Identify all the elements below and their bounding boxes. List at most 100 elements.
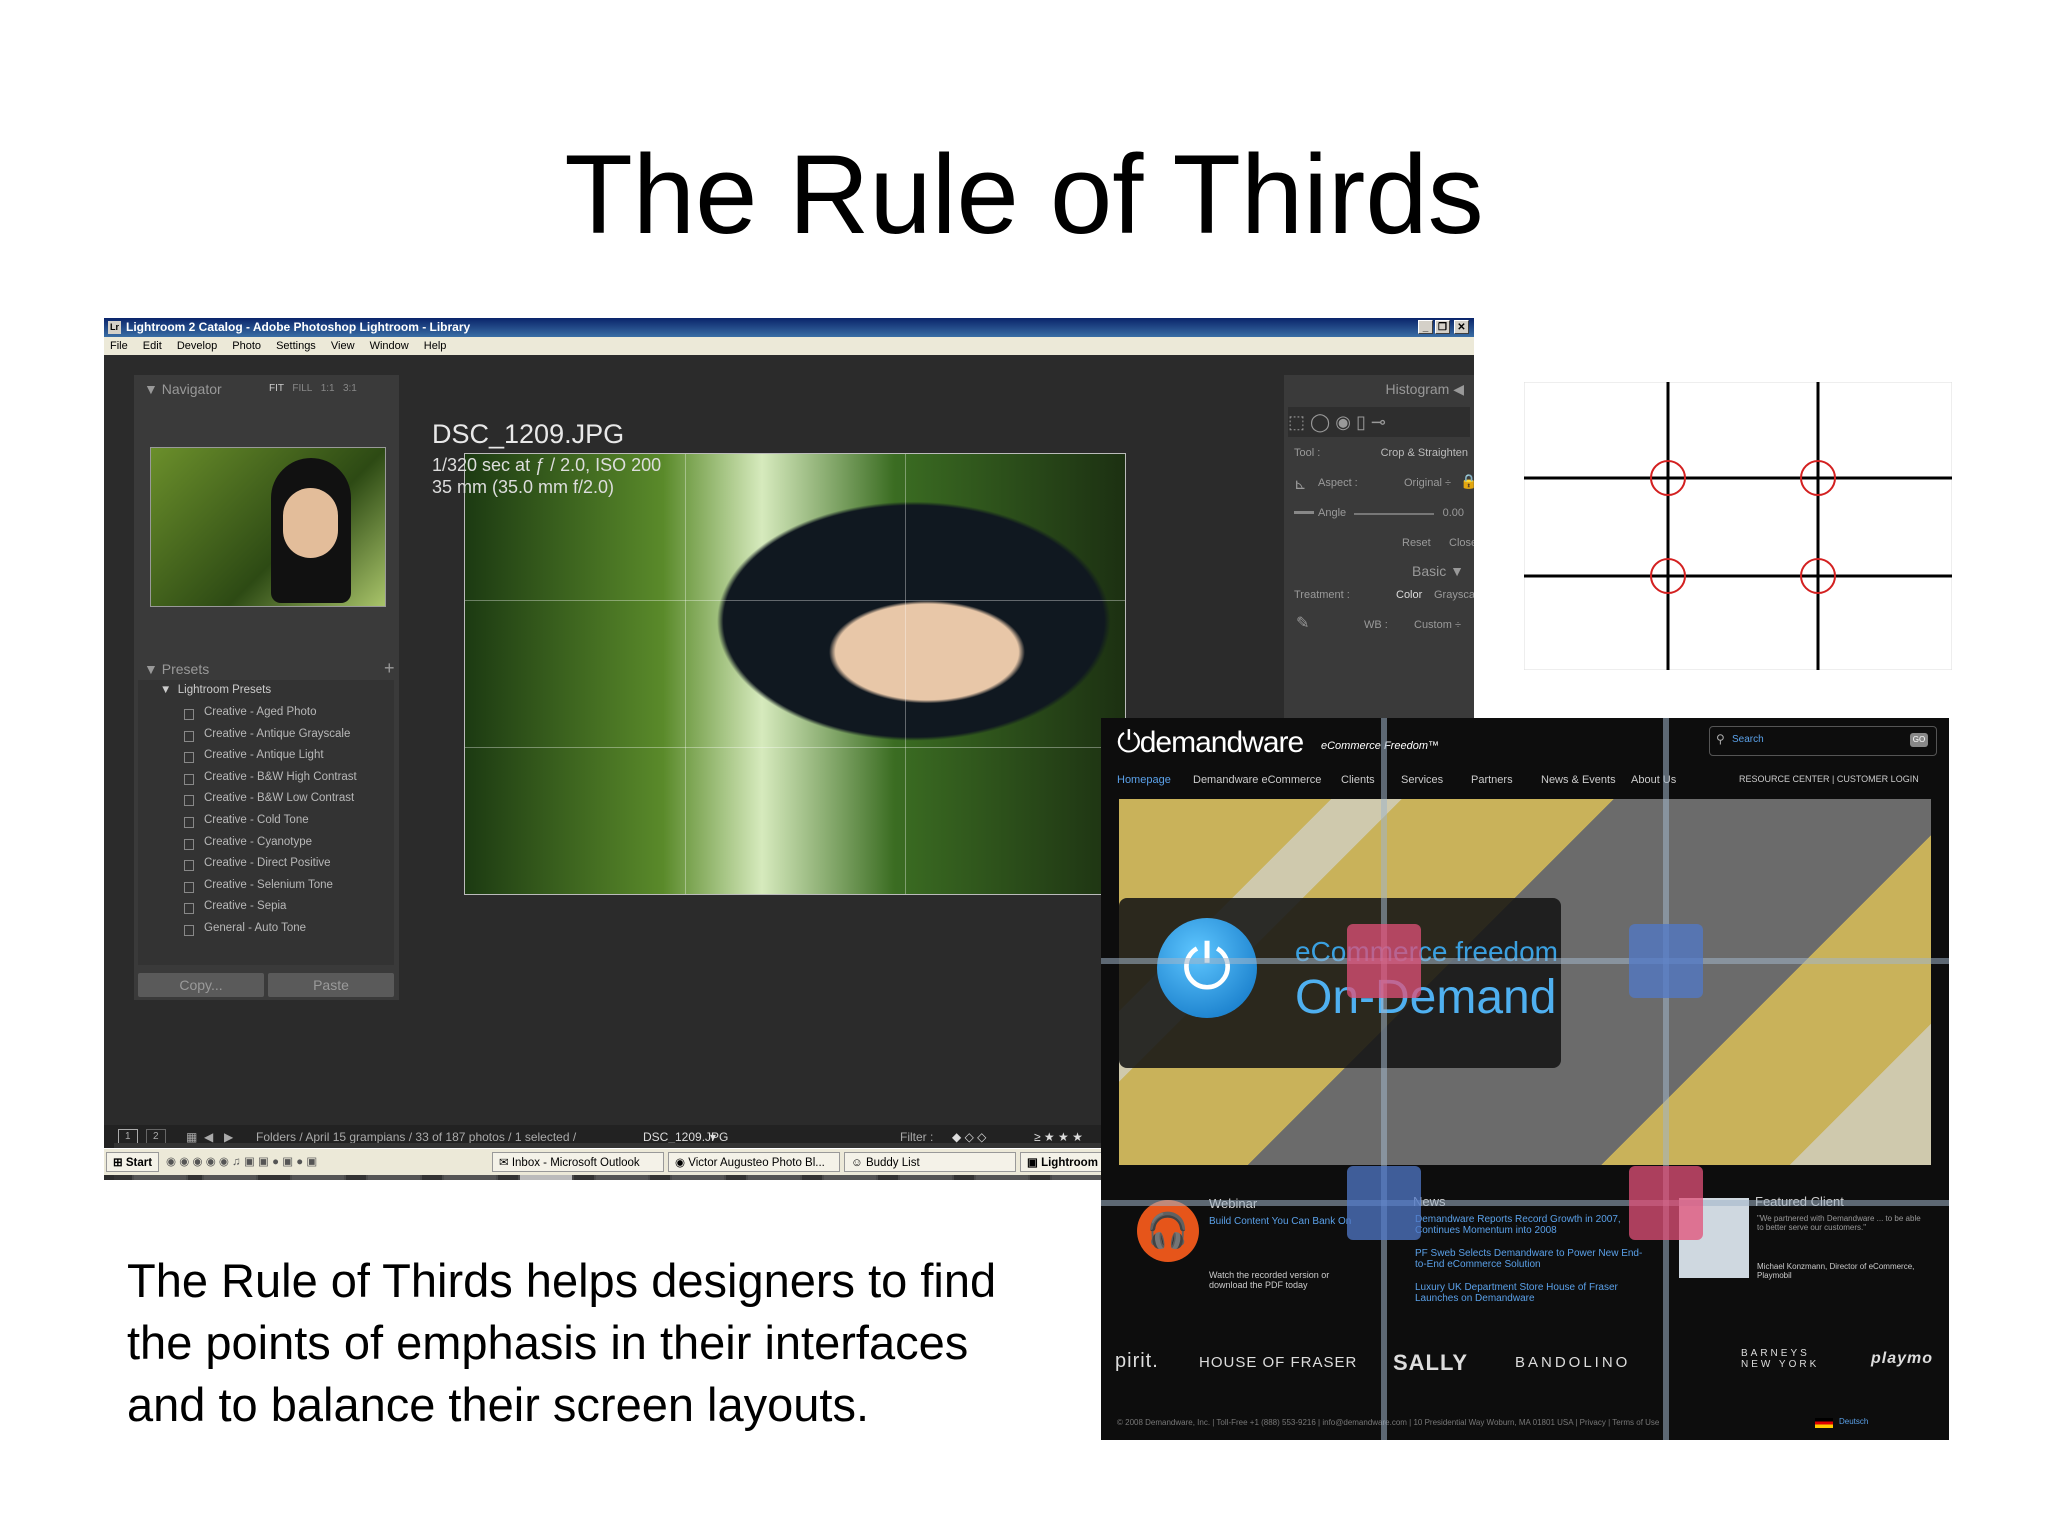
nav-right-links[interactable]: RESOURCE CENTER | CUSTOMER LOGIN	[1739, 774, 1919, 784]
preset-item[interactable]: Creative - Antique Light	[204, 749, 324, 761]
crop-angle-icon[interactable]: ⊾	[1294, 475, 1307, 493]
menu-photo[interactable]: Photo	[232, 340, 261, 352]
navigator-header[interactable]: ▼ Navigator	[144, 381, 222, 397]
nav-partners[interactable]: Partners	[1471, 774, 1513, 786]
news-item[interactable]: PF Sweb Selects Demandware to Power New …	[1415, 1248, 1645, 1270]
brand-logo[interactable]: playmo	[1871, 1350, 1933, 1368]
preset-item[interactable]: Creative - Cyanotype	[204, 836, 312, 848]
preset-item[interactable]: Creative - Aged Photo	[204, 706, 317, 718]
aspect-select[interactable]: Original ÷	[1404, 477, 1451, 489]
hero-overlay: ⏻ eCommerce freedom On-Demand	[1119, 898, 1561, 1068]
brand-logo[interactable]: pirit.	[1115, 1350, 1159, 1373]
brand-logo[interactable]: BARNEYS NEW YORK	[1741, 1348, 1821, 1370]
treatment-color[interactable]: Color	[1396, 589, 1422, 601]
webinar-link[interactable]: Build Content You Can Bank On	[1209, 1216, 1369, 1227]
headphones-icon[interactable]: 🎧	[1137, 1200, 1199, 1262]
menu-edit[interactable]: Edit	[143, 340, 162, 352]
spot-removal-icon[interactable]: ◯	[1310, 412, 1330, 432]
demandware-tagline: eCommerce Freedom™	[1321, 740, 1439, 752]
close-crop-button[interactable]: Close	[1449, 537, 1474, 549]
presets-header[interactable]: ▼ Presets	[144, 661, 209, 677]
treatment-grayscale[interactable]: Grayscale	[1434, 589, 1474, 601]
minimize-button[interactable]: _	[1418, 320, 1433, 334]
restore-button[interactable]: ❐	[1435, 320, 1450, 334]
quick-launch-icons[interactable]: ◉ ◉ ◉ ◉ ◉ ♫ ▣ ▣ ● ▣ ● ▣	[166, 1149, 317, 1175]
navigator-thumbnail[interactable]	[150, 447, 386, 607]
preset-item[interactable]: Creative - Direct Positive	[204, 857, 331, 869]
brand-logo[interactable]: BANDOLINO	[1515, 1354, 1630, 1371]
news-item[interactable]: Luxury UK Department Store House of Fras…	[1415, 1282, 1645, 1304]
taskbar-outlook[interactable]: ✉ Inbox - Microsoft Outlook	[492, 1152, 664, 1172]
footer-lang[interactable]: Deutsch	[1839, 1417, 1868, 1426]
search-go-button[interactable]: GO	[1910, 733, 1928, 747]
zoom-1-1[interactable]: 1:1	[321, 383, 335, 394]
outlook-icon: ✉	[499, 1157, 509, 1169]
windows-taskbar: ⊞ Start ◉ ◉ ◉ ◉ ◉ ♫ ▣ ▣ ● ▣ ● ▣ ✉ Inbox …	[104, 1148, 1114, 1175]
demandware-logo[interactable]: ⏻demandware	[1117, 726, 1304, 760]
windows-flag-icon: ⊞	[113, 1157, 123, 1169]
zoom-3-1[interactable]: 3:1	[343, 383, 357, 394]
search-icon: ⚲	[1716, 732, 1725, 746]
taskbar-browser[interactable]: ◉ Victor Augusteo Photo Bl...	[668, 1152, 840, 1172]
search-box[interactable]: ⚲ Search GO	[1709, 726, 1937, 756]
preset-item[interactable]: Creative - Cold Tone	[204, 814, 309, 826]
emphasis-point	[1629, 924, 1703, 998]
nav-about[interactable]: About Us	[1631, 774, 1676, 786]
angle-value: 0.00	[1442, 507, 1464, 519]
nav-ecommerce[interactable]: Demandware eCommerce	[1193, 774, 1321, 786]
start-button[interactable]: ⊞ Start	[106, 1152, 160, 1172]
copy-button[interactable]: Copy...	[138, 973, 264, 997]
lightroom-app-icon: Lr	[108, 321, 121, 334]
browser-icon: ◉	[675, 1157, 686, 1169]
menu-develop[interactable]: Develop	[177, 340, 217, 352]
preset-item[interactable]: Creative - B&W Low Contrast	[204, 792, 354, 804]
emphasis-point	[1347, 924, 1421, 998]
adjustment-brush-icon[interactable]: ⊸	[1371, 412, 1386, 432]
nav-news-events[interactable]: News & Events	[1541, 774, 1616, 786]
thirds-overlay-line	[1101, 1200, 1949, 1206]
crop-frame-icon[interactable]: ⬚	[1288, 412, 1305, 432]
menu-file[interactable]: File	[110, 340, 128, 352]
crop-grid-line	[465, 747, 1125, 748]
menu-window[interactable]: Window	[370, 340, 409, 352]
nav-clients[interactable]: Clients	[1341, 774, 1375, 786]
basic-header[interactable]: Basic ▼	[1412, 563, 1464, 579]
tool-label: Tool :	[1294, 447, 1321, 459]
preset-item[interactable]: Creative - Sepia	[204, 900, 286, 912]
graduated-filter-icon[interactable]: ▯	[1356, 412, 1366, 432]
taskbar-lightroom[interactable]: ▣ Lightroom	[1020, 1152, 1110, 1172]
straighten-tool-icon[interactable]	[1294, 511, 1314, 514]
close-button[interactable]: ✕	[1454, 320, 1469, 334]
menu-help[interactable]: Help	[424, 340, 447, 352]
menu-settings[interactable]: Settings	[276, 340, 316, 352]
angle-slider[interactable]	[1354, 513, 1434, 515]
nav-services[interactable]: Services	[1401, 774, 1443, 786]
eyedropper-icon[interactable]: ✎	[1296, 613, 1309, 633]
zoom-fill[interactable]: FILL	[292, 383, 312, 394]
red-eye-icon[interactable]: ◉	[1335, 412, 1351, 432]
menu-view[interactable]: View	[331, 340, 355, 352]
news-item[interactable]: Demandware Reports Record Growth in 2007…	[1415, 1214, 1645, 1236]
paste-button[interactable]: Paste	[268, 973, 394, 997]
wb-select[interactable]: Custom ÷	[1414, 619, 1461, 631]
preset-icon	[184, 773, 194, 785]
presets-group[interactable]: ▼ Lightroom Presets	[160, 684, 271, 696]
lock-icon[interactable]: 🔒	[1460, 473, 1474, 490]
taskbar-buddy-list[interactable]: ☺ Buddy List	[844, 1152, 1016, 1172]
brand-logo[interactable]: HOUSE OF FRASER	[1199, 1354, 1357, 1371]
main-photo[interactable]	[464, 453, 1126, 895]
nav-homepage[interactable]: Homepage	[1117, 774, 1171, 786]
zoom-fit[interactable]: FIT	[269, 383, 284, 394]
crop-grid-line	[465, 600, 1125, 601]
preset-item[interactable]: Creative - B&W High Contrast	[204, 771, 357, 783]
preset-item[interactable]: Creative - Selenium Tone	[204, 879, 333, 891]
reset-button[interactable]: Reset	[1402, 537, 1431, 549]
footer-text[interactable]: © 2008 Demandware, Inc. | Toll-Free +1 (…	[1117, 1418, 1659, 1427]
histogram-header[interactable]: Histogram ◀	[1386, 381, 1464, 398]
diagram-frame	[1524, 382, 1952, 670]
preset-item[interactable]: Creative - Antique Grayscale	[204, 728, 350, 740]
thirds-overlay-line	[1101, 958, 1949, 964]
add-preset-icon[interactable]: +	[384, 658, 395, 679]
preset-item[interactable]: General - Auto Tone	[204, 922, 306, 934]
brand-logo[interactable]: SALLY	[1393, 1350, 1468, 1376]
